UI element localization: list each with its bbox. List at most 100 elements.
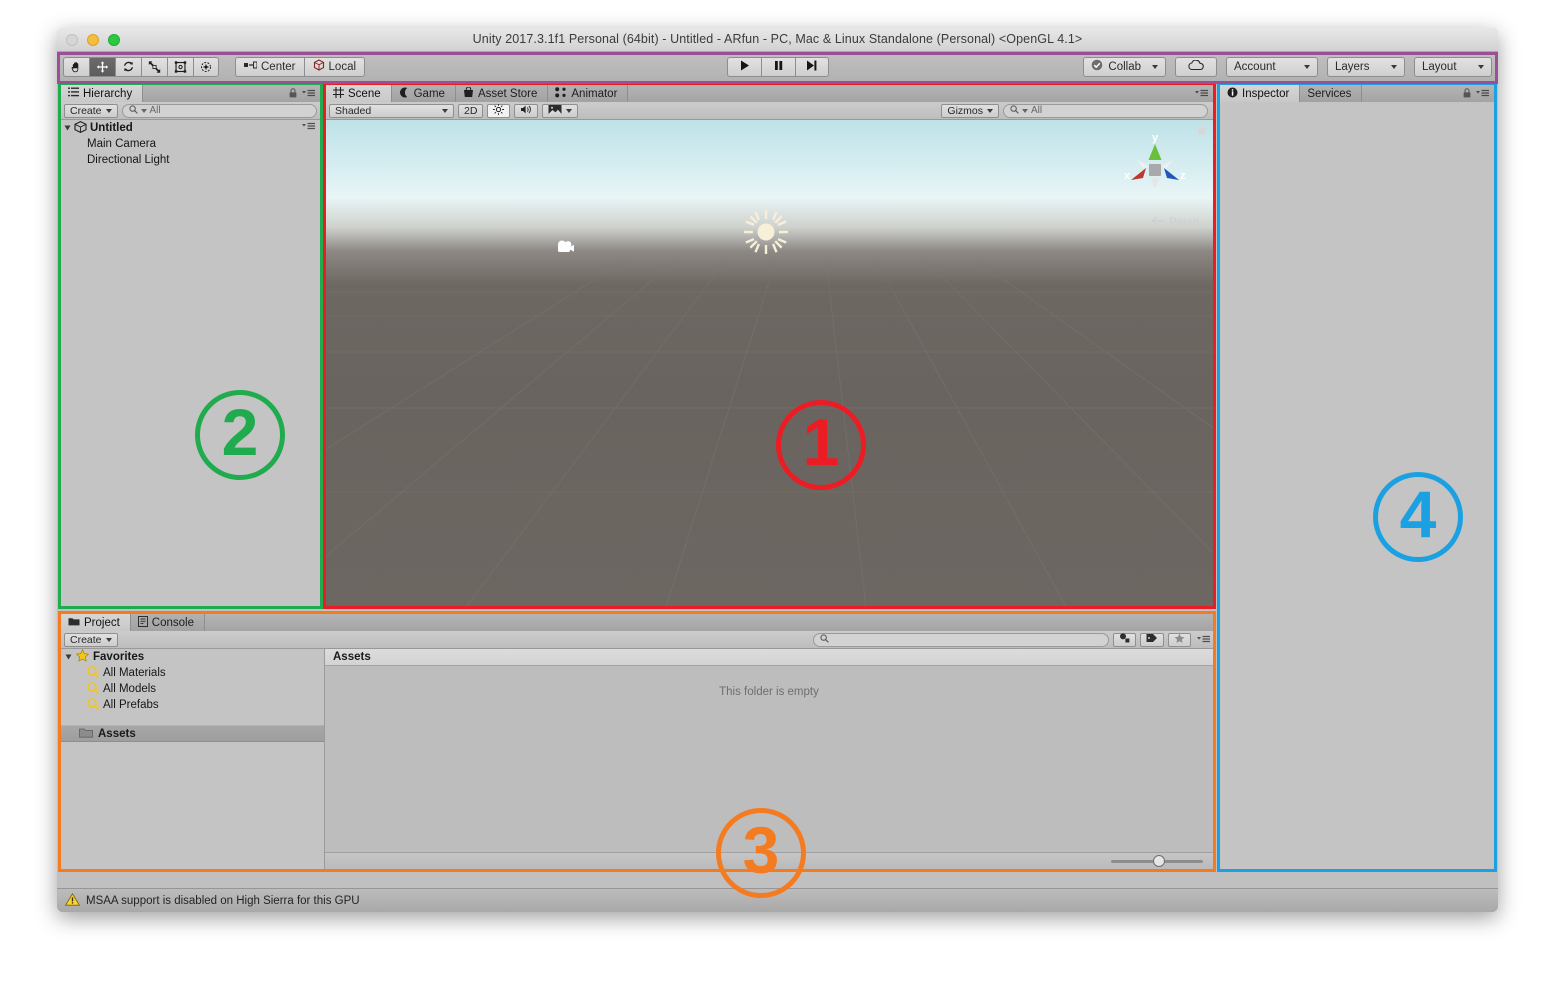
scene-audio-button[interactable] bbox=[514, 103, 539, 118]
scene-projection-label[interactable]: Persp bbox=[1150, 216, 1199, 229]
panel-menu-icon[interactable] bbox=[1195, 85, 1208, 103]
tab-hierarchy-label: Hierarchy bbox=[83, 87, 133, 100]
tab-scene[interactable]: Scene bbox=[326, 85, 392, 102]
panel-menu-icon[interactable] bbox=[1197, 631, 1210, 649]
twod-toggle-button[interactable]: 2D bbox=[458, 103, 484, 118]
folder-icon bbox=[79, 727, 93, 741]
game-pad-icon bbox=[399, 87, 410, 101]
hierarchy-search-input[interactable]: All bbox=[121, 103, 317, 118]
info-icon bbox=[1227, 87, 1238, 101]
hand-tool-button[interactable] bbox=[63, 56, 89, 77]
tab-game-label: Game bbox=[413, 87, 445, 100]
scene-fx-button[interactable] bbox=[542, 103, 579, 118]
window-title: Unity 2017.3.1f1 Personal (64bit) - Unti… bbox=[472, 32, 1083, 46]
lock-icon[interactable] bbox=[1463, 85, 1471, 103]
pivot-toggle-button[interactable]: Center bbox=[235, 56, 304, 77]
favorites-header-row[interactable]: Favorites bbox=[61, 649, 324, 665]
play-button[interactable] bbox=[726, 56, 761, 77]
disclosure-triangle-icon[interactable] bbox=[64, 125, 71, 131]
panel-menu-icon[interactable] bbox=[1476, 85, 1489, 103]
hierarchy-item-label: Main Camera bbox=[87, 138, 157, 150]
scene-view-lock-icon[interactable] bbox=[1197, 122, 1207, 140]
project-contents-pane[interactable]: Assets This folder is empty bbox=[325, 649, 1213, 869]
scene-axis-gizmo[interactable]: y x z bbox=[1113, 128, 1197, 212]
favorite-all-models[interactable]: All Models bbox=[61, 681, 324, 697]
hierarchy-tree[interactable]: Untitled Main Camera Directional Light bbox=[61, 120, 320, 606]
scale-tool-button[interactable] bbox=[141, 56, 167, 77]
tab-hierarchy[interactable]: Hierarchy bbox=[61, 85, 144, 102]
panel-menu-icon[interactable] bbox=[302, 85, 315, 103]
draw-mode-label: Shaded bbox=[335, 104, 372, 117]
space-toggle-button[interactable]: Local bbox=[303, 56, 366, 77]
breadcrumb[interactable]: Assets bbox=[325, 649, 1213, 666]
rotate-tool-button[interactable] bbox=[115, 56, 141, 77]
scene-menu-icon[interactable] bbox=[302, 122, 315, 134]
project-search-input[interactable] bbox=[813, 632, 1109, 647]
lock-icon[interactable] bbox=[289, 85, 297, 103]
chevron-down-icon bbox=[105, 637, 112, 642]
assets-grid[interactable]: This folder is empty bbox=[325, 666, 1213, 852]
project-create-button[interactable]: Create bbox=[64, 632, 118, 647]
layout-label: Layout bbox=[1422, 60, 1457, 73]
disclosure-triangle-icon[interactable] bbox=[65, 654, 72, 660]
filter-by-type-button[interactable] bbox=[1113, 632, 1136, 647]
move-tool-button[interactable] bbox=[89, 56, 115, 77]
audio-icon bbox=[520, 104, 532, 118]
hierarchy-create-button[interactable]: Create bbox=[64, 103, 118, 118]
project-main-area: Favorites All Materials All Models All P… bbox=[61, 649, 1213, 869]
filter-favorites-button[interactable] bbox=[1168, 632, 1191, 647]
tab-scene-label: Scene bbox=[348, 87, 381, 100]
rect-tool-button[interactable] bbox=[167, 56, 193, 77]
transform-tool-button[interactable] bbox=[193, 56, 219, 77]
hierarchy-tab-controls bbox=[289, 85, 320, 102]
project-tree-pane[interactable]: Favorites All Materials All Models All P… bbox=[61, 649, 325, 869]
lighting-icon bbox=[493, 103, 505, 118]
inspector-content[interactable] bbox=[1220, 102, 1494, 869]
hierarchy-item-main-camera[interactable]: Main Camera bbox=[61, 136, 320, 152]
search-icon bbox=[87, 665, 99, 681]
gizmos-dropdown[interactable]: Gizmos bbox=[941, 103, 999, 118]
account-button[interactable]: Account bbox=[1226, 56, 1318, 77]
favorite-all-prefabs[interactable]: All Prefabs bbox=[61, 697, 324, 713]
scene-search-input[interactable]: All bbox=[1003, 103, 1208, 118]
tab-console-label: Console bbox=[151, 616, 194, 629]
layout-button[interactable]: Layout bbox=[1414, 56, 1492, 77]
tab-game[interactable]: Game bbox=[391, 85, 456, 102]
favorite-all-materials[interactable]: All Materials bbox=[61, 665, 324, 681]
step-button[interactable] bbox=[794, 56, 829, 77]
tab-asset-store[interactable]: Asset Store bbox=[455, 85, 549, 102]
hierarchy-item-directional-light[interactable]: Directional Light bbox=[61, 152, 320, 168]
tab-console[interactable]: Console bbox=[130, 614, 205, 631]
search-filter-caret-icon[interactable] bbox=[140, 108, 147, 113]
tab-project[interactable]: Project bbox=[61, 614, 131, 631]
chevron-down-icon[interactable] bbox=[566, 108, 573, 113]
collab-button[interactable]: Collab bbox=[1083, 56, 1166, 77]
layers-button[interactable]: Layers bbox=[1327, 56, 1405, 77]
image-fx-icon bbox=[548, 104, 562, 118]
tab-animator[interactable]: Animator bbox=[548, 85, 629, 102]
zoom-slider-knob[interactable] bbox=[1153, 855, 1165, 867]
asset-zoom-slider[interactable] bbox=[1111, 855, 1203, 867]
tab-inspector[interactable]: Inspector bbox=[1220, 85, 1301, 102]
main-camera-gizmo[interactable] bbox=[555, 238, 577, 261]
scene-lighting-button[interactable] bbox=[487, 103, 511, 118]
status-bar[interactable]: MSAA support is disabled on High Sierra … bbox=[57, 888, 1498, 912]
draw-mode-dropdown[interactable]: Shaded bbox=[329, 103, 454, 118]
hierarchy-scene-row[interactable]: Untitled bbox=[61, 120, 320, 136]
search-filter-caret-icon[interactable] bbox=[1022, 108, 1028, 113]
scene-viewport[interactable]: y x z Persp bbox=[326, 120, 1213, 606]
hierarchy-panel: Hierarchy Create All Untitled Main Camer… bbox=[58, 82, 323, 609]
filter-by-label-button[interactable] bbox=[1140, 632, 1164, 647]
pause-button[interactable] bbox=[760, 56, 795, 77]
tab-services[interactable]: Services bbox=[1300, 85, 1363, 102]
favorites-label: Favorites bbox=[93, 651, 145, 663]
cloud-button[interactable] bbox=[1175, 56, 1217, 77]
hierarchy-search-placeholder: All bbox=[149, 105, 161, 116]
project-assets-root-label: Assets bbox=[98, 727, 136, 740]
favorite-label: All Prefabs bbox=[103, 699, 159, 711]
project-assets-root-row[interactable]: Assets bbox=[61, 725, 324, 742]
directional-light-gizmo[interactable] bbox=[742, 208, 790, 261]
scene-grid bbox=[326, 259, 1213, 606]
gizmo-y-label: y bbox=[1152, 132, 1159, 144]
gizmo-z-label: z bbox=[1180, 170, 1186, 182]
